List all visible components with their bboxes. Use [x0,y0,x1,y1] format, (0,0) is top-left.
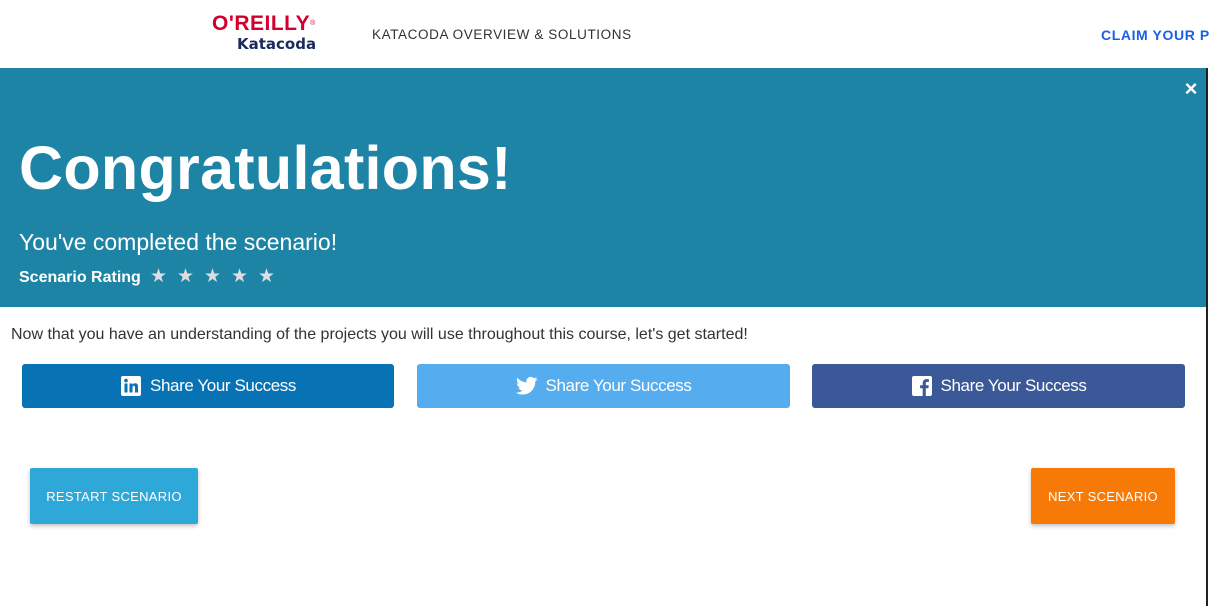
rating-star-3-icon[interactable]: ★ [203,267,222,287]
linkedin-icon [120,375,142,397]
nav-katacoda-overview-link[interactable]: KATACODA OVERVIEW & SOLUTIONS [372,27,632,42]
logo-katacoda-text: Katacoda [237,35,317,53]
top-navigation-bar: O'REILLY® Katacoda KATACODA OVERVIEW & S… [0,0,1209,68]
rating-star-2-icon[interactable]: ★ [176,267,195,287]
share-linkedin-label: Share Your Success [150,376,296,395]
next-scenario-button[interactable]: NEXT SCENARIO [1031,468,1175,524]
share-twitter-label: Share Your Success [545,376,692,395]
congratulations-title: Congratulations! [19,134,512,202]
share-linkedin-button[interactable]: Share Your Success [22,364,394,408]
restart-scenario-button[interactable]: RESTART SCENARIO [30,468,198,524]
facebook-icon [911,375,933,397]
scenario-rating-stars: ★ ★ ★ ★ ★ [149,267,276,287]
claim-your-profile-link[interactable]: CLAIM YOUR PR [1101,27,1209,43]
logo-oreilly-text: O'REILLY® [212,12,316,35]
rating-star-5-icon[interactable]: ★ [257,267,276,287]
twitter-icon [515,375,538,397]
congratulations-banner: × Congratulations! You've completed the … [0,68,1206,307]
rating-star-1-icon[interactable]: ★ [149,267,168,287]
share-facebook-label: Share Your Success [940,376,1087,395]
completion-subtitle: You've completed the scenario! [19,229,338,255]
close-icon[interactable]: × [1180,78,1202,100]
oreilly-katacoda-logo[interactable]: O'REILLY® Katacoda [212,12,328,56]
completion-description: Now that you have an understanding of th… [11,326,748,343]
page-edge-divider [1206,68,1208,606]
scenario-rating-label: Scenario Rating [19,269,141,286]
share-twitter-button[interactable]: Share Your Success [417,364,790,408]
share-facebook-button[interactable]: Share Your Success [812,364,1185,408]
rating-star-4-icon[interactable]: ★ [230,267,249,287]
